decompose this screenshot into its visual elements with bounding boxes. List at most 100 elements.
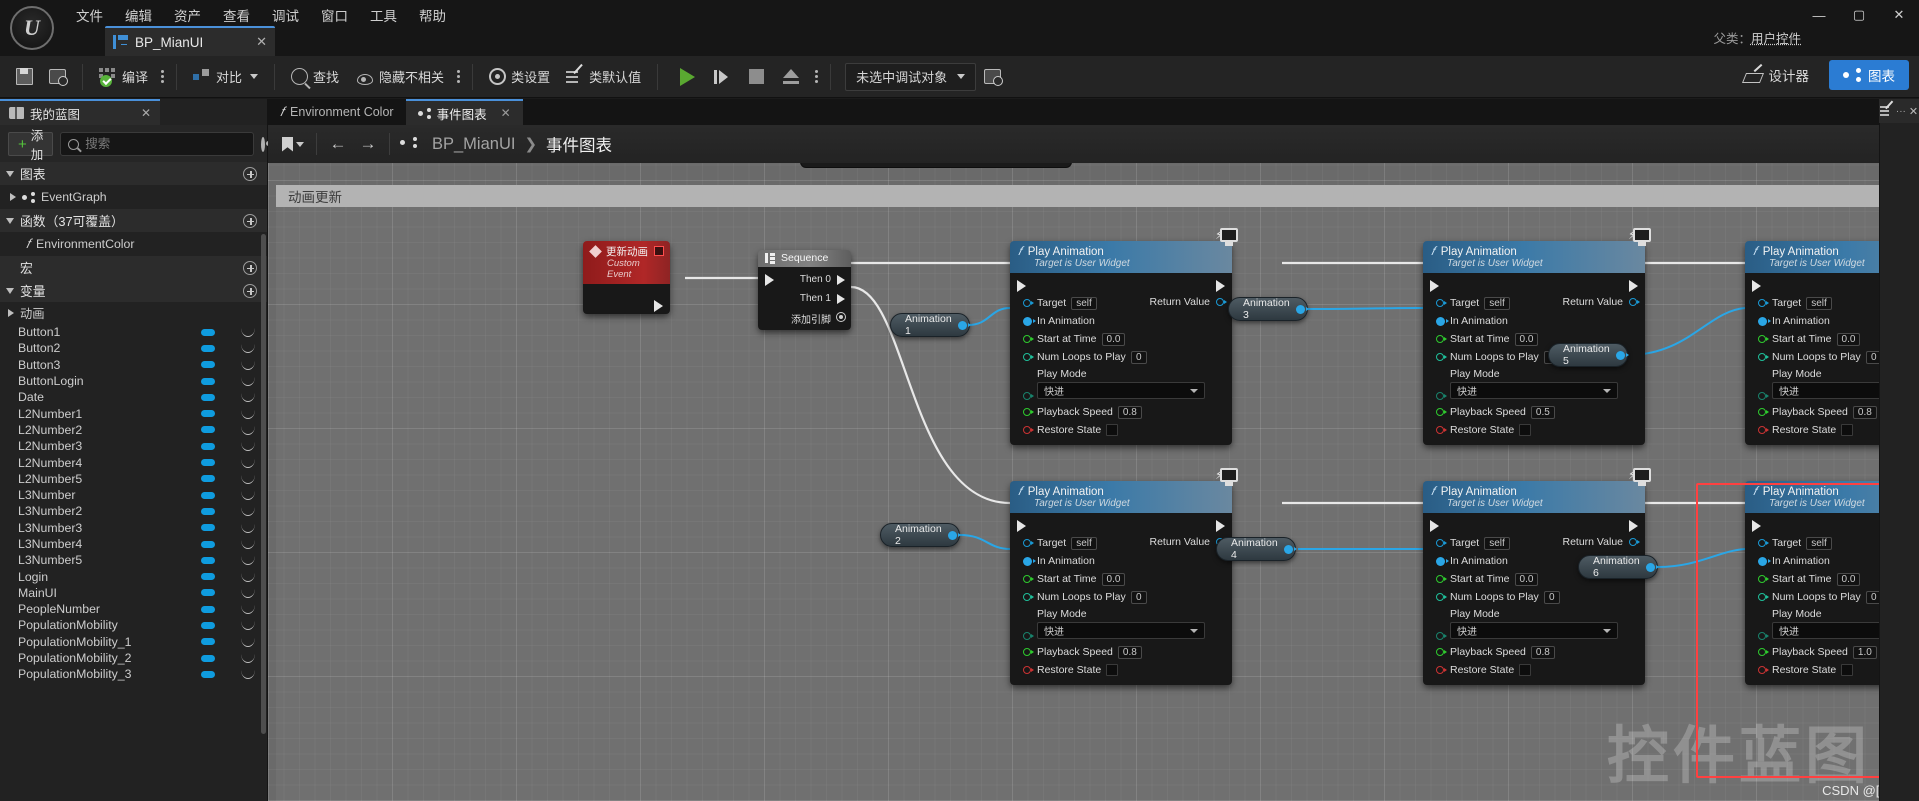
restore-state-checkbox[interactable] [1106, 664, 1119, 676]
breadcrumb-root[interactable]: BP_MianUI [432, 135, 515, 154]
tab-event-graph[interactable]: 事件图表 ✕ [405, 99, 523, 125]
pin-num-loops[interactable] [1023, 593, 1034, 601]
exec-output-pin[interactable] [1629, 280, 1638, 292]
node-get-animation-3[interactable]: Animation 3 [1228, 297, 1309, 321]
pin-play-mode[interactable] [1023, 632, 1034, 640]
restore-state-checkbox[interactable] [1519, 664, 1532, 676]
variable-row[interactable]: PopulationMobility [0, 617, 267, 633]
search-input[interactable] [85, 137, 247, 151]
pin-playback-speed[interactable] [1758, 648, 1769, 656]
save-button[interactable] [8, 60, 41, 94]
variable-output-pin[interactable] [1283, 544, 1297, 554]
variable-row[interactable]: PopulationMobility_3 [0, 666, 267, 682]
exec-input-pin[interactable] [1430, 520, 1439, 532]
pin-play-mode[interactable] [1758, 392, 1769, 400]
menu-item-window[interactable]: 窗口 [310, 1, 359, 29]
find-button[interactable]: 查找 [283, 60, 347, 94]
variable-row[interactable]: PopulationMobility_2 [0, 650, 267, 666]
pin-start-at-time[interactable] [1436, 575, 1447, 583]
start-at-time-value[interactable]: 0.0 [1101, 572, 1126, 586]
pin-target[interactable] [1758, 539, 1769, 547]
target-value[interactable]: self [1806, 296, 1832, 310]
variable-type-pill[interactable] [201, 410, 215, 418]
eye-icon[interactable] [239, 327, 257, 338]
variable-type-pill[interactable] [201, 344, 215, 352]
eye-icon[interactable] [239, 506, 257, 517]
hide-unrelated-options-menu[interactable] [452, 70, 464, 83]
pin-restore-state[interactable] [1023, 426, 1034, 434]
variable-row[interactable]: MainUI [0, 585, 267, 601]
variable-row[interactable]: L2Number5 [0, 471, 267, 487]
add-macro-button[interactable] [243, 260, 257, 275]
start-at-time-value[interactable]: 0.0 [1836, 572, 1861, 586]
sequence-add-pin-row[interactable]: 添加引脚 [758, 308, 851, 326]
pin-in-animation[interactable] [1023, 556, 1036, 566]
eye-icon[interactable] [239, 343, 257, 354]
playback-speed-value[interactable]: 1.0 [1852, 645, 1877, 659]
eye-icon[interactable] [239, 409, 257, 419]
add-graph-button[interactable] [243, 166, 257, 181]
node-play-animation-2[interactable]: ⚡ 𝑓 Play AnimationTarget is User Widget Tar… [1010, 468, 1238, 685]
pin-playback-speed[interactable] [1758, 408, 1769, 416]
pin-play-mode[interactable] [1436, 632, 1447, 640]
pin-start-at-time[interactable] [1758, 335, 1769, 343]
playback-speed-value[interactable]: 0.5 [1530, 405, 1555, 419]
variable-type-pill[interactable] [201, 491, 215, 499]
variable-output-pin[interactable] [1295, 304, 1309, 314]
exec-output-pin[interactable] [654, 300, 663, 312]
pin-in-animation[interactable] [1758, 316, 1771, 326]
menu-item-edit[interactable]: 编辑 [114, 1, 163, 29]
event-delegate-pin[interactable] [654, 246, 664, 256]
pin-start-at-time[interactable] [1023, 575, 1034, 583]
class-settings-button[interactable]: 类设置 [481, 60, 558, 94]
pin-num-loops[interactable] [1758, 353, 1769, 361]
add-function-button[interactable] [243, 213, 257, 228]
play-mode-select[interactable]: 快进 [1450, 382, 1618, 399]
pin-playback-speed[interactable] [1023, 648, 1034, 656]
variable-type-pill[interactable] [201, 556, 215, 564]
eye-icon[interactable] [239, 604, 257, 615]
add-button[interactable]: + 添加 [8, 129, 54, 162]
diff-button[interactable]: 对比 [185, 60, 266, 94]
pin-target[interactable] [1023, 299, 1034, 307]
tree-section-graphs[interactable]: 图表 [0, 162, 267, 185]
playback-speed-value[interactable]: 0.8 [1530, 645, 1555, 659]
variable-type-pill[interactable] [201, 426, 215, 434]
pin-play-mode[interactable] [1436, 392, 1447, 400]
pin-return-value[interactable] [1216, 298, 1227, 306]
exec-input-pin[interactable] [1430, 280, 1439, 292]
comment-title-bar[interactable]: 动画更新 [276, 185, 1901, 207]
pin-target[interactable] [1436, 299, 1447, 307]
tree-section-variables[interactable]: 变量 [0, 279, 267, 302]
eye-icon[interactable] [239, 458, 257, 468]
more-icon[interactable]: ··· [1896, 106, 1906, 117]
add-variable-button[interactable] [243, 283, 257, 298]
my-blueprint-tab[interactable]: 我的蓝图 ✕ [0, 99, 160, 125]
playback-speed-value[interactable]: 0.8 [1117, 645, 1142, 659]
play-mode-select[interactable]: 快进 [1037, 622, 1205, 639]
variable-type-pill[interactable] [201, 328, 215, 336]
pin-start-at-time[interactable] [1023, 335, 1034, 343]
close-window-icon[interactable]: ✕ [1879, 0, 1919, 30]
menu-item-tools[interactable]: 工具 [359, 1, 408, 29]
variable-output-pin[interactable] [957, 320, 971, 330]
num-loops-value[interactable]: 0 [1130, 350, 1147, 364]
variable-output-pin[interactable] [947, 530, 961, 540]
variable-type-pill[interactable] [201, 654, 215, 662]
target-value[interactable]: self [1484, 536, 1510, 550]
eye-icon[interactable] [239, 441, 257, 452]
num-loops-value[interactable]: 0 [1130, 590, 1147, 604]
variable-row[interactable]: Date [0, 389, 267, 405]
restore-state-checkbox[interactable] [1106, 424, 1119, 436]
pin-target[interactable] [1758, 299, 1769, 307]
graph-mode-button[interactable]: 图表 [1829, 60, 1909, 90]
eye-icon[interactable] [239, 360, 257, 370]
gear-icon[interactable] [261, 136, 271, 152]
node-play-animation-1[interactable]: ⚡ 𝑓 Play AnimationTarget is User Widget Tar… [1010, 228, 1238, 445]
exec-output-pin[interactable] [1216, 520, 1225, 532]
variable-row[interactable]: Button3 [0, 357, 267, 373]
eye-icon[interactable] [239, 425, 257, 435]
num-loops-value[interactable]: 0 [1543, 590, 1560, 604]
close-icon[interactable]: ✕ [256, 34, 267, 50]
sidebar-scrollbar[interactable] [261, 234, 266, 734]
